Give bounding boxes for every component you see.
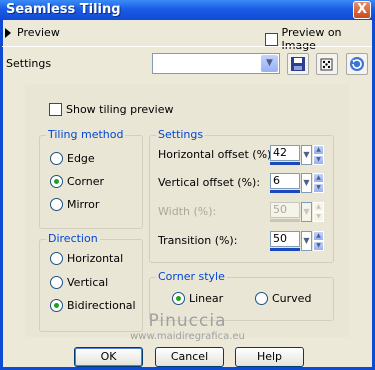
cancel-button[interactable]: Cancel [155,347,224,367]
vertical-offset-spinner[interactable]: 6 ▼ ▲ ▼ [270,173,324,195]
radio-edge-label: Edge [67,152,95,165]
window-title: Seamless Tiling [6,2,121,17]
settings-group: Settings Horizontal offset (%): 42 ▼ ▲ ▼ … [149,128,334,263]
transition-label: Transition (%): [158,234,238,247]
show-tiling-preview[interactable]: Show tiling preview [49,103,173,116]
watermark-name: Pinuccia [148,311,227,331]
tiling-method-corner[interactable]: Corner [50,175,104,188]
chevron-down-icon: ▼ [301,202,312,222]
vertical-offset-input[interactable]: 6 [270,173,300,189]
transition-slider[interactable] [270,248,300,251]
tiling-method-group: Tiling method Edge Corner Mirror [39,128,143,229]
vertical-offset-label: Vertical offset (%): [158,176,261,189]
radio-vertical[interactable] [50,276,63,289]
radio-vertical-label: Vertical [67,276,109,289]
horizontal-offset-label: Horizontal offset (%): [158,148,276,161]
stepper-arrows[interactable]: ▲ ▼ [313,173,324,193]
radio-linear[interactable] [172,292,185,305]
radio-corner-label: Corner [67,175,105,188]
width-spinner: 50 ▼ ▲ ▼ [270,202,324,224]
show-tiling-preview-checkbox[interactable] [49,103,62,116]
width-label: Width (%): [158,205,217,218]
reset-icon [350,57,364,71]
show-tiling-preview-label: Show tiling preview [66,103,174,116]
direction-horizontal[interactable]: Horizontal [50,252,123,265]
tiling-method-mirror[interactable]: Mirror [50,198,99,211]
direction-vertical[interactable]: Vertical [50,276,108,289]
tiling-method-edge[interactable]: Edge [50,152,95,165]
preview-label: Preview [17,26,60,39]
ok-button[interactable]: OK [74,347,143,367]
chevron-down-icon[interactable]: ▼ [301,231,312,251]
transition-spinner[interactable]: 50 ▼ ▲ ▼ [270,231,324,253]
width-slider [270,219,300,222]
radio-curved[interactable] [255,292,268,305]
radio-mirror-label: Mirror [67,198,100,211]
chevron-down-icon[interactable]: ▼ [261,55,278,72]
horizontal-offset-slider[interactable] [270,162,300,165]
help-button[interactable]: Help [235,347,304,367]
horizontal-offset-input[interactable]: 42 [270,145,300,161]
divider [2,46,372,47]
stepper-arrows[interactable]: ▲ ▼ [313,231,324,251]
corner-style-linear[interactable]: Linear [172,292,223,305]
expand-triangle-icon [5,27,11,38]
chevron-down-icon[interactable]: ▼ [301,173,312,193]
preview-on-image-label: Preview on Image [281,26,342,52]
stepper-arrows[interactable]: ▲ ▼ [313,145,324,165]
radio-edge[interactable] [50,152,63,165]
stepper-arrows: ▲ ▼ [313,202,324,222]
radio-corner[interactable] [50,175,63,188]
dice-icon [320,58,333,71]
radio-mirror[interactable] [50,198,63,211]
radio-horizontal-label: Horizontal [67,252,124,265]
chevron-down-icon[interactable]: ▼ [301,145,312,165]
radio-horizontal[interactable] [50,252,63,265]
settings-group-title: Settings [156,128,206,141]
close-button[interactable]: X [353,1,371,19]
transition-input[interactable]: 50 [270,231,300,247]
preview-on-image-checkbox[interactable] [265,32,278,46]
corner-style-curved[interactable]: Curved [255,292,311,305]
save-icon [291,57,305,71]
randomize-button[interactable] [316,53,338,75]
radio-curved-label: Curved [272,292,312,305]
radio-linear-label: Linear [189,292,224,305]
presets-dropdown[interactable]: ▼ [152,53,280,74]
horizontal-offset-spinner[interactable]: 42 ▼ ▲ ▼ [270,145,324,167]
width-input: 50 [270,202,300,218]
save-preset-button[interactable] [287,53,309,75]
direction-title: Direction [46,232,100,245]
watermark-url: www.maidiregrafica.eu [130,331,245,342]
tiling-method-title: Tiling method [46,128,126,141]
settings-label: Settings [6,57,52,70]
vertical-offset-slider[interactable] [270,190,300,193]
preview-toggle[interactable]: Preview [5,26,60,39]
settings-panel: Show tiling preview Tiling method Edge C… [25,84,350,337]
title-bar: Seamless Tiling X [0,0,375,20]
reset-button[interactable] [346,53,368,75]
corner-style-title: Corner style [156,270,227,283]
preview-on-image[interactable]: Preview on Image [265,26,375,52]
